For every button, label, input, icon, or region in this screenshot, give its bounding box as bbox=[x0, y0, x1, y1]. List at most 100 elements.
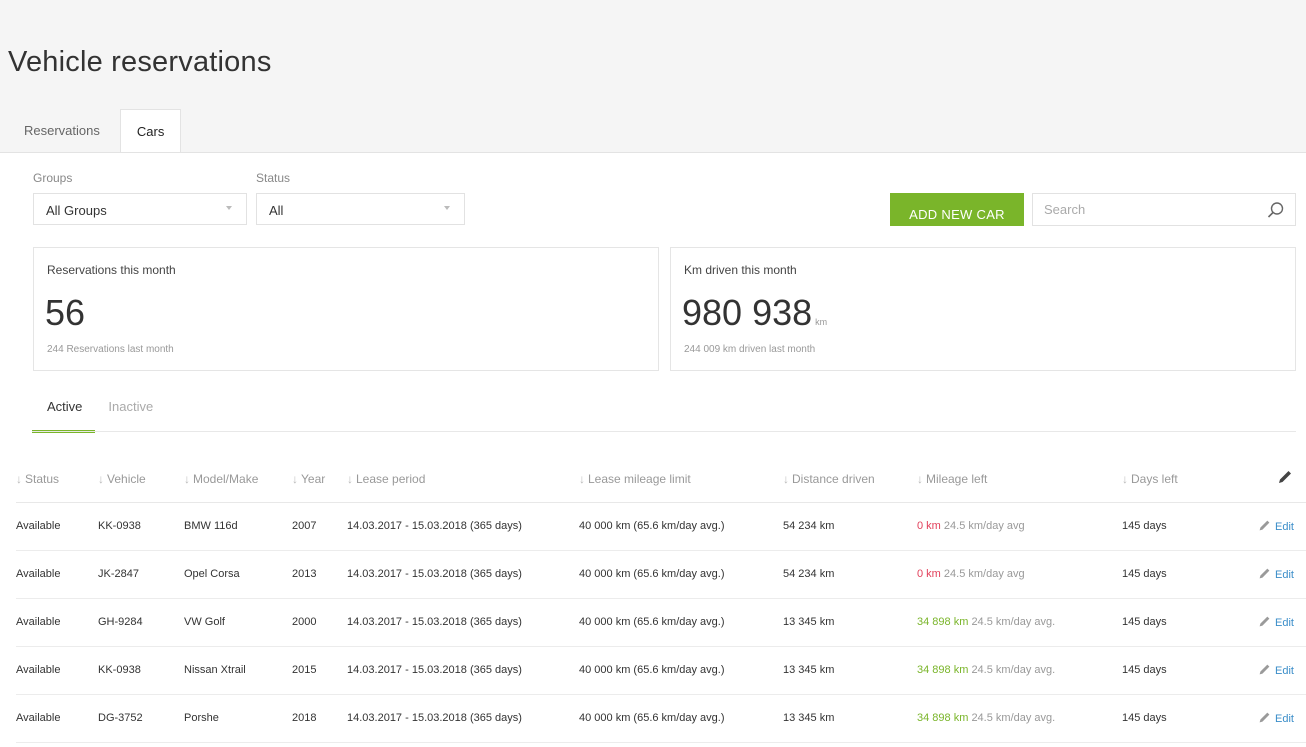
cell-lease: 14.03.2017 - 15.03.2018 (365 days) bbox=[347, 646, 579, 695]
cell-limit: 40 000 km (65.6 km/day avg.) bbox=[579, 502, 783, 551]
cell-model: Nissan Xtrail bbox=[184, 646, 292, 695]
table-row[interactable]: Available GH-9284 VW Golf 2000 14.03.2017 - … bbox=[16, 598, 1306, 647]
cell-left: 34 898 km 24.5 km/day avg. bbox=[917, 598, 1122, 647]
sort-arrow-icon: ↓ bbox=[184, 471, 190, 486]
tab-cars[interactable]: Cars bbox=[119, 109, 182, 153]
add-new-car-button[interactable]: ADD NEW CAR bbox=[890, 193, 1024, 226]
col-left-header[interactable]: ↓ Mileage left bbox=[917, 456, 1122, 503]
tab-active[interactable]: Active bbox=[32, 396, 96, 433]
search-input[interactable] bbox=[1033, 194, 1253, 225]
chevron-down-icon bbox=[444, 206, 450, 210]
col-lease-header[interactable]: ↓ Lease period bbox=[347, 456, 579, 503]
status-select[interactable]: All bbox=[256, 193, 465, 225]
cell-vehicle: DG-3752 bbox=[98, 694, 184, 743]
col-limit-header[interactable]: ↓ Lease mileage limit bbox=[579, 456, 783, 503]
cell-year: 2018 bbox=[292, 694, 347, 743]
pencil-icon bbox=[1259, 664, 1270, 675]
col-driven-header[interactable]: ↓ Distance driven bbox=[783, 456, 917, 503]
main-tabs: Reservations Cars bbox=[10, 109, 182, 153]
page-title: Vehicle reservations bbox=[8, 46, 272, 78]
km-stat-card: Km driven this month 980 938 km 244 009 k… bbox=[670, 247, 1296, 371]
cell-left: 34 898 km 24.5 km/day avg. bbox=[917, 694, 1122, 743]
mileage-left-value: 34 898 km bbox=[917, 616, 969, 628]
mileage-left-avg: 24.5 km/day avg. bbox=[971, 664, 1056, 676]
reservations-stat-label: Reservations this month bbox=[47, 263, 176, 277]
sort-arrow-icon: ↓ bbox=[16, 471, 22, 486]
tab-reservations[interactable]: Reservations bbox=[10, 109, 114, 153]
pencil-icon bbox=[1259, 712, 1270, 723]
cell-lease: 14.03.2017 - 15.03.2018 (365 days) bbox=[347, 598, 579, 647]
cell-left: 34 898 km 24.5 km/day avg. bbox=[917, 646, 1122, 695]
cell-lease: 14.03.2017 - 15.03.2018 (365 days) bbox=[347, 502, 579, 551]
cell-days: 145 days bbox=[1122, 646, 1233, 695]
edit-label: Edit bbox=[1275, 713, 1294, 725]
edit-link[interactable]: Edit bbox=[1258, 568, 1294, 581]
cell-status: Available bbox=[16, 598, 98, 647]
cell-status: Available bbox=[16, 694, 98, 743]
tab-inactive[interactable]: Inactive bbox=[95, 396, 166, 433]
cell-lease: 14.03.2017 - 15.03.2018 (365 days) bbox=[347, 694, 579, 743]
table-row[interactable]: Available JK-2847 Opel Corsa 2013 14.03.2017… bbox=[16, 550, 1306, 599]
cell-year: 2015 bbox=[292, 646, 347, 695]
cell-edit: Edit bbox=[1233, 646, 1306, 695]
edit-label: Edit bbox=[1275, 617, 1294, 629]
col-year-header[interactable]: ↓ Year bbox=[292, 456, 347, 503]
km-stat-value: 980 938 bbox=[682, 292, 813, 333]
cars-table-body: Available KK-0938 BMW 116d 2007 14.03.2017 -… bbox=[16, 502, 1306, 743]
col-vehicle-header[interactable]: ↓ Vehicle bbox=[98, 456, 184, 503]
mileage-left-avg: 24.5 km/day avg bbox=[943, 520, 1025, 532]
cell-edit: Edit bbox=[1233, 694, 1306, 743]
col-model-header[interactable]: ↓ Model/Make bbox=[184, 456, 292, 503]
table-row[interactable]: Available KK-0938 Nissan Xtrail 2015 14.03.2… bbox=[16, 646, 1306, 695]
col-days-header[interactable]: ↓ Days left bbox=[1122, 456, 1233, 503]
col-vehicle-label: Vehicle bbox=[107, 471, 146, 486]
groups-label: Groups bbox=[33, 171, 73, 185]
cell-status: Available bbox=[16, 646, 98, 695]
edit-link[interactable]: Edit bbox=[1258, 520, 1294, 533]
sort-arrow-icon: ↓ bbox=[1122, 471, 1128, 486]
col-status-header[interactable]: ↓ Status bbox=[16, 456, 98, 503]
chevron-down-icon bbox=[226, 206, 232, 210]
reservations-stat-sub: 244 Reservations last month bbox=[47, 344, 174, 355]
table-row[interactable]: Available KK-0938 BMW 116d 2007 14.03.2017 -… bbox=[16, 502, 1306, 551]
mileage-left-value: 34 898 km bbox=[917, 712, 969, 724]
cell-left: 0 km 24.5 km/day avg bbox=[917, 550, 1122, 599]
sort-arrow-icon: ↓ bbox=[292, 471, 298, 486]
edit-link[interactable]: Edit bbox=[1258, 712, 1294, 725]
mileage-left-avg: 24.5 km/day avg bbox=[943, 568, 1025, 580]
cell-vehicle: KK-0938 bbox=[98, 646, 184, 695]
cell-days: 145 days bbox=[1122, 502, 1233, 551]
sort-arrow-icon: ↓ bbox=[98, 471, 104, 486]
km-stat-sub: 244 009 km driven last month bbox=[684, 344, 816, 355]
edit-link[interactable]: Edit bbox=[1258, 616, 1294, 629]
mileage-left-avg: 24.5 km/day avg. bbox=[971, 616, 1056, 628]
cell-edit: Edit bbox=[1233, 550, 1306, 599]
mileage-left-value: 0 km bbox=[917, 568, 941, 580]
cell-limit: 40 000 km (65.6 km/day avg.) bbox=[579, 694, 783, 743]
col-limit-label: Lease mileage limit bbox=[588, 471, 691, 486]
km-stat-unit: km bbox=[815, 317, 828, 327]
table-row[interactable]: Available DG-3752 Porshe 2018 14.03.2017 - 1… bbox=[16, 694, 1306, 743]
edit-link[interactable]: Edit bbox=[1258, 664, 1294, 677]
pencil-icon[interactable] bbox=[1277, 469, 1293, 485]
cell-model: BMW 116d bbox=[184, 502, 292, 551]
groups-select[interactable]: All Groups bbox=[33, 193, 247, 225]
col-edit-header[interactable] bbox=[1233, 456, 1306, 503]
pencil-icon bbox=[1259, 568, 1270, 579]
cell-driven: 54 234 km bbox=[783, 550, 917, 599]
cell-limit: 40 000 km (65.6 km/day avg.) bbox=[579, 550, 783, 599]
cell-status: Available bbox=[16, 550, 98, 599]
status-select-value: All bbox=[269, 203, 284, 218]
edit-label: Edit bbox=[1275, 569, 1294, 581]
cell-driven: 13 345 km bbox=[783, 694, 917, 743]
col-status-label: Status bbox=[25, 471, 60, 486]
pencil-icon bbox=[1259, 520, 1270, 531]
search-icon[interactable] bbox=[1267, 201, 1285, 219]
cell-driven: 54 234 km bbox=[783, 502, 917, 551]
col-year-label: Year bbox=[301, 471, 326, 486]
mileage-left-value: 0 km bbox=[917, 520, 941, 532]
cell-days: 145 days bbox=[1122, 598, 1233, 647]
edit-label: Edit bbox=[1275, 665, 1294, 677]
status-tabs-divider bbox=[32, 431, 1296, 432]
cell-lease: 14.03.2017 - 15.03.2018 (365 days) bbox=[347, 550, 579, 599]
